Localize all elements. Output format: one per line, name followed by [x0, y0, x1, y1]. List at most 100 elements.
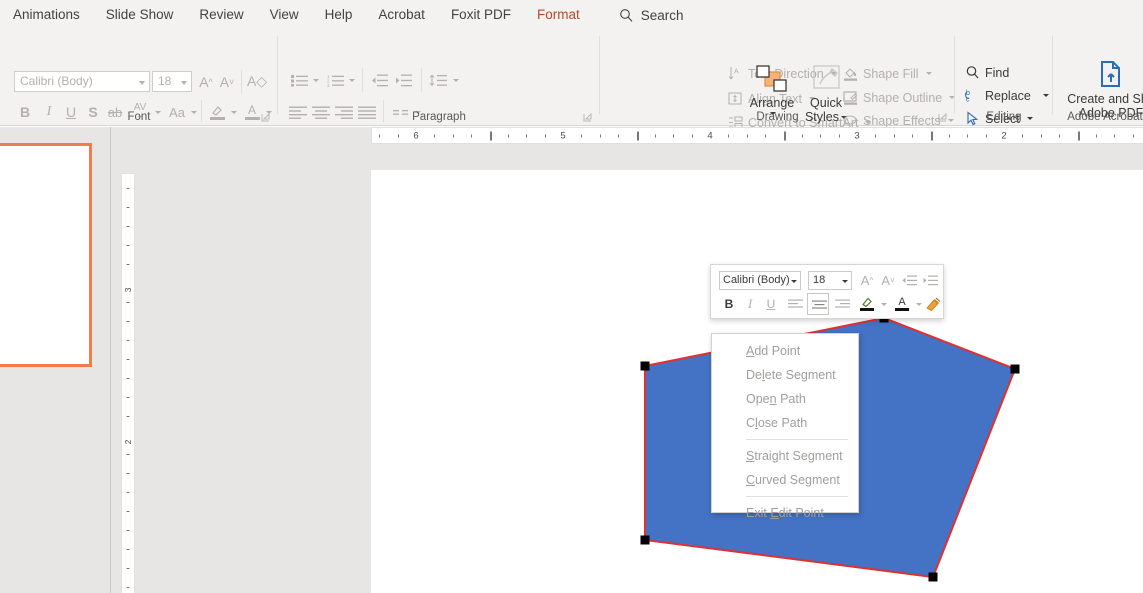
vertex-bottom-left-handle[interactable] — [640, 535, 650, 545]
mini-align-center-button[interactable] — [807, 293, 829, 315]
slide-thumbnail-1[interactable] — [0, 143, 92, 367]
replace-button[interactable]: bc Replace — [965, 88, 1049, 103]
vertex-left-handle[interactable] — [640, 361, 650, 371]
search-box[interactable]: Search — [619, 0, 684, 30]
ruler-tick — [912, 134, 914, 137]
replace-icon: bc — [965, 88, 980, 103]
font-size-combo[interactable]: 18 — [152, 71, 192, 92]
pane-splitter[interactable] — [110, 127, 111, 593]
mini-bold-button[interactable]: B — [719, 294, 739, 314]
ruler-tick — [948, 134, 950, 137]
mini-format-painter-icon[interactable] — [923, 294, 943, 314]
ruler-label-v: 2 — [123, 439, 133, 445]
ruler-tick — [126, 207, 130, 208]
mini-underline-button[interactable]: U — [762, 294, 780, 314]
shape-fill-button[interactable]: Shape Fill — [843, 66, 932, 81]
shape-outline-label: Shape Outline — [863, 90, 943, 105]
bullets-icon[interactable] — [288, 70, 310, 90]
font-name-combo[interactable]: Calibri (Body) — [14, 71, 150, 92]
ruler-tick — [765, 134, 767, 137]
mini-italic-button[interactable]: I — [741, 294, 759, 314]
ruler-tick — [126, 397, 130, 398]
menu-item-curved-segment[interactable]: Curved Segment — [712, 468, 858, 492]
tab-format[interactable]: Format — [524, 0, 593, 30]
ruler-tick — [126, 511, 130, 512]
tab-slide-show[interactable]: Slide Show — [93, 0, 187, 30]
replace-label: Replace — [985, 88, 1031, 103]
increase-indent-icon[interactable] — [392, 70, 414, 90]
ruler-tick — [471, 134, 473, 137]
arrange-icon — [754, 64, 790, 96]
ruler-label-h: 5 — [560, 130, 566, 141]
shrink-font-label: A — [219, 73, 230, 90]
search-placeholder: Search — [640, 7, 684, 23]
ruler-tick — [126, 473, 130, 474]
font-dialog-launcher[interactable] — [261, 113, 270, 122]
menu-item-open-path[interactable]: Open Path — [712, 387, 858, 411]
arrange-button[interactable]: Arrange — [746, 64, 798, 115]
shrink-font-button[interactable]: A ˅ — [217, 71, 237, 92]
mini-formatting-toolbar[interactable]: Calibri (Body) 18 A ^ A ˅ B I U A — [710, 264, 944, 319]
mini-grow-font-button[interactable]: A ^ — [857, 271, 877, 290]
ruler-tick — [599, 134, 601, 137]
chevron-down-icon — [139, 81, 145, 85]
ruler-tick — [838, 134, 840, 137]
decrease-indent-icon[interactable] — [368, 70, 390, 90]
ruler-tick — [126, 549, 130, 550]
mini-font-size-combo[interactable]: 18 — [808, 271, 852, 290]
mini-align-center-icon — [808, 294, 830, 316]
edit-points-context-menu[interactable]: Add Point Delete Segment Open Path Close Pa… — [711, 333, 859, 520]
ruler-tick — [379, 134, 381, 137]
tab-foxit-pdf[interactable]: Foxit PDF — [438, 0, 524, 30]
ruler-tick — [1132, 134, 1134, 137]
chevron-down-icon — [181, 81, 187, 85]
clear-formatting-icon[interactable]: A◇ — [246, 71, 268, 92]
mini-decrease-indent-icon[interactable] — [899, 271, 920, 290]
drawing-dialog-launcher[interactable] — [938, 113, 947, 122]
vertical-ruler[interactable]: 32 — [121, 173, 135, 593]
vertex-right-handle[interactable] — [1010, 364, 1020, 374]
mini-font-color-button[interactable]: A — [891, 294, 913, 314]
menu-item-close-path[interactable]: Close Path — [712, 411, 858, 435]
ruler-tick — [434, 134, 436, 137]
ruler-tick — [126, 245, 130, 246]
mini-text-highlight-icon[interactable] — [856, 294, 878, 314]
arrange-label: Arrange — [749, 96, 795, 110]
mini-grow-font-label: A — [860, 273, 870, 288]
grow-font-button[interactable]: A ^ — [196, 71, 216, 92]
grow-font-label: A — [199, 73, 209, 90]
menu-item-straight-segment[interactable]: Straight Segment — [712, 444, 858, 468]
mini-shrink-font-label: A — [881, 273, 890, 288]
tab-view[interactable]: View — [257, 0, 312, 30]
slide-thumbnail-pane[interactable] — [0, 127, 110, 593]
ruler-tick — [126, 587, 130, 588]
ruler-tick — [654, 134, 656, 137]
mini-align-right-icon[interactable] — [831, 294, 853, 314]
ruler-tick — [452, 134, 454, 137]
ruler-tick — [126, 530, 130, 531]
menu-item-delete-segment[interactable]: Delete Segment — [712, 363, 858, 387]
mini-shrink-font-button[interactable]: A ˅ — [878, 271, 898, 290]
line-spacing-icon[interactable] — [426, 70, 450, 90]
mini-font-size-value: 18 — [813, 274, 826, 286]
vertex-bottom-right-handle[interactable] — [928, 572, 938, 582]
tab-animations[interactable]: Animations — [0, 0, 93, 30]
menu-item-add-point[interactable]: Add Point — [712, 339, 858, 363]
paragraph-dialog-launcher[interactable] — [583, 113, 592, 122]
tab-acrobat[interactable]: Acrobat — [365, 0, 438, 30]
ruler-tick — [985, 134, 987, 137]
mini-font-name-combo[interactable]: Calibri (Body) — [719, 271, 801, 290]
numbering-icon[interactable]: 123 — [324, 70, 346, 90]
mini-increase-indent-icon[interactable] — [920, 271, 941, 290]
find-button[interactable]: Find — [965, 65, 1009, 80]
quick-styles-label-line1: Quick — [810, 96, 842, 110]
tab-review[interactable]: Review — [186, 0, 256, 30]
chevron-down-icon — [791, 280, 797, 283]
ribbon-group-drawing: Arrange Quick Styles Shape Fill Shape Ou… — [600, 30, 956, 128]
ruler-tick — [126, 226, 130, 227]
menu-item-exit-edit-point[interactable]: Exit Edit Point — [712, 501, 858, 525]
horizontal-ruler[interactable]: 6 5 4 3 2 — [371, 127, 1143, 144]
tab-help[interactable]: Help — [312, 0, 366, 30]
shape-outline-button[interactable]: Shape Outline — [843, 90, 956, 105]
mini-align-left-icon[interactable] — [784, 294, 806, 314]
